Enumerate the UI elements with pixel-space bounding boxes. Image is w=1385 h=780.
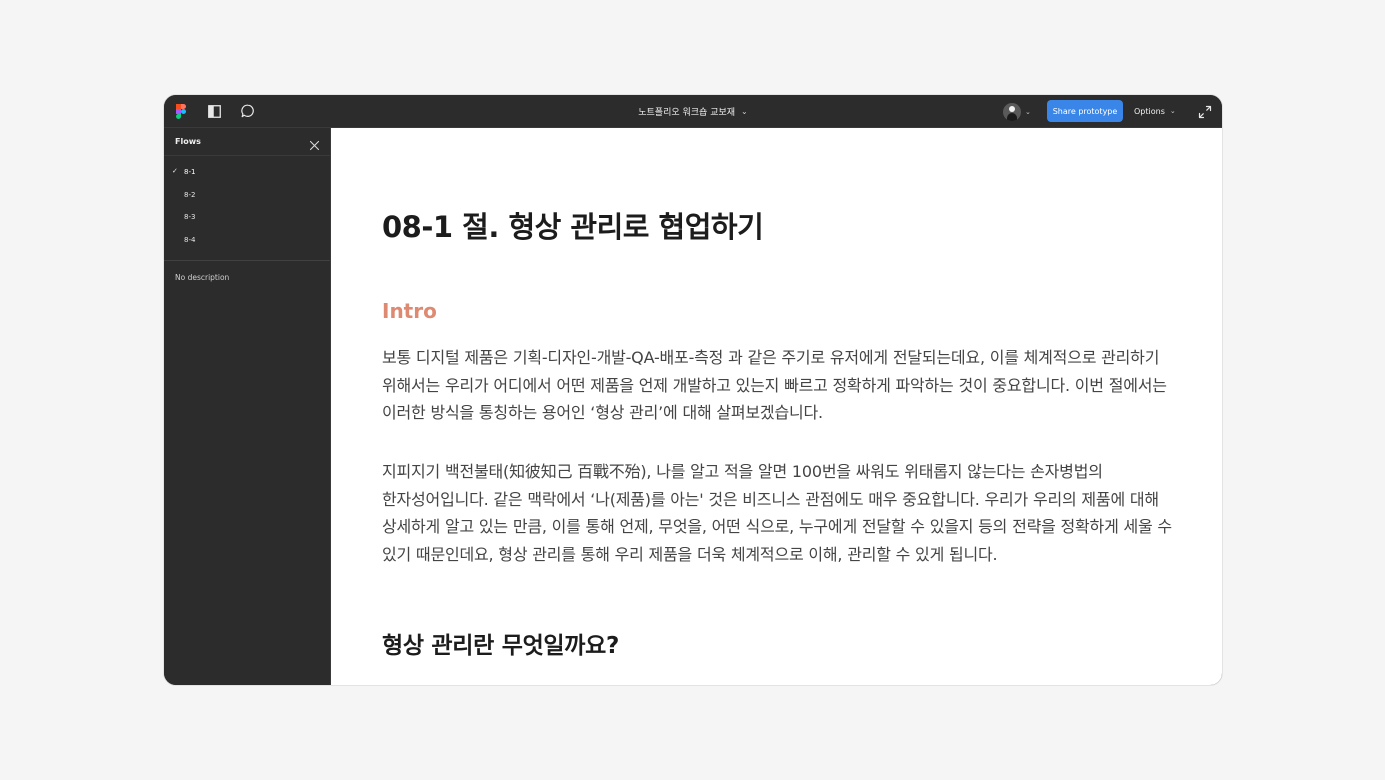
flow-item-label: 8-1	[184, 168, 196, 177]
avatar	[1003, 103, 1021, 121]
check-icon: ✓	[172, 167, 178, 175]
flow-item-8-3[interactable]: 8-3	[164, 206, 330, 229]
file-title[interactable]: 노트폴리오 워크숍 교보재	[638, 105, 735, 118]
intro-paragraph-1: 보통 디지털 제품은 기획-디자인-개발-QA-배포-측정 과 같은 주기로 유…	[382, 348, 1167, 422]
share-prototype-button[interactable]: Share prototype	[1047, 100, 1123, 122]
page-title: 08-1 절. 형상 관리로 협업하기	[382, 210, 764, 244]
options-menu-button[interactable]: Options ⌄	[1134, 100, 1176, 122]
flows-header: Flows	[164, 128, 330, 156]
divider	[164, 260, 330, 261]
options-label: Options	[1134, 106, 1165, 116]
flows-sidebar: Flows ✓ 8-1 8-2 8-3 8-4 No description	[164, 128, 331, 685]
flow-item-label: 8-3	[184, 213, 196, 222]
flows-title: Flows	[175, 137, 201, 146]
flow-item-label: 8-4	[184, 235, 196, 244]
comment-icon[interactable]	[240, 103, 256, 119]
top-toolbar: 노트폴리오 워크숍 교보재 ⌄ ⌄ Share prototype Option…	[164, 95, 1222, 128]
flow-description: No description	[175, 273, 230, 282]
user-menu[interactable]: ⌄	[1003, 102, 1031, 122]
flow-item-8-2[interactable]: 8-2	[164, 184, 330, 207]
sidebar-toggle-icon[interactable]	[207, 103, 221, 119]
prototype-canvas[interactable]: 08-1 절. 형상 관리로 협업하기 Intro 보통 디지털 제품은 기획-…	[331, 128, 1222, 685]
chevron-down-icon: ⌄	[1169, 107, 1176, 115]
close-icon[interactable]	[309, 136, 320, 151]
flow-item-label: 8-2	[184, 190, 196, 199]
section-heading: 형상 관리란 무엇일까요?	[382, 633, 620, 659]
flow-item-8-4[interactable]: 8-4	[164, 229, 330, 252]
intro-paragraph-2: 지피지기 백전불태(知彼知己 百戰不殆), 나를 알고 적을 알면 100번을 …	[382, 462, 1172, 564]
intro-heading: Intro	[382, 299, 437, 323]
flow-item-8-1[interactable]: ✓ 8-1	[164, 161, 330, 184]
prototype-window: 노트폴리오 워크숍 교보재 ⌄ ⌄ Share prototype Option…	[164, 95, 1222, 685]
flow-list: ✓ 8-1 8-2 8-3 8-4	[164, 161, 330, 251]
expand-icon[interactable]	[1198, 104, 1212, 119]
figma-logo-icon[interactable]	[175, 103, 187, 119]
chevron-down-icon[interactable]: ⌄	[741, 107, 748, 116]
chevron-down-icon: ⌄	[1025, 108, 1031, 116]
